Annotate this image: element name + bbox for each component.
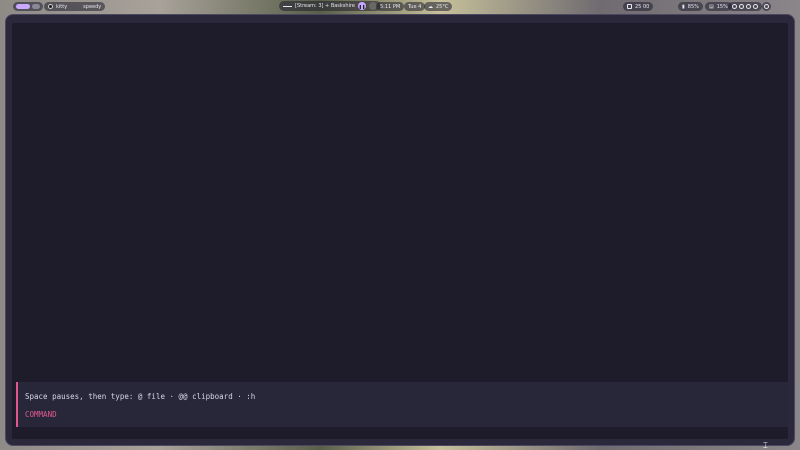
power-button[interactable] bbox=[762, 2, 771, 11]
window-app-name: kitty bbox=[56, 3, 68, 10]
command-hint: Space pauses, then type: @ file · @@ cli… bbox=[25, 392, 256, 401]
kitty-window: Space pauses, then type: @ file · @@ cli… bbox=[5, 14, 795, 446]
clock-time: 5:11 PM bbox=[380, 3, 401, 10]
mouse-cursor: ⌶ bbox=[763, 441, 768, 450]
audio-wave-icon bbox=[283, 5, 292, 7]
wifi-icon[interactable] bbox=[732, 4, 737, 9]
window-title: speedy bbox=[83, 3, 102, 10]
weather-temp: 25°C bbox=[436, 3, 449, 10]
mode-indicator: COMMAND bbox=[25, 410, 57, 419]
workspace-2-indicator[interactable] bbox=[32, 4, 40, 9]
bluetooth-icon[interactable] bbox=[739, 4, 744, 9]
active-window-indicator[interactable]: kitty speedy bbox=[44, 2, 106, 11]
workspace-1-indicator[interactable] bbox=[16, 4, 30, 9]
settings-icon[interactable] bbox=[753, 4, 758, 9]
date[interactable]: Tue 4 bbox=[404, 2, 426, 11]
battery-icon: ▮ bbox=[682, 3, 685, 10]
command-panel[interactable]: Space pauses, then type: @ file · @@ cli… bbox=[16, 382, 788, 427]
top-bar: kitty speedy [Stream: 3] + Baskshire ❚❚ … bbox=[0, 0, 800, 13]
clock[interactable]: 5:11 PM bbox=[376, 2, 405, 11]
kitty-icon bbox=[48, 4, 53, 9]
workspace-switcher[interactable] bbox=[13, 2, 43, 11]
play-pause-button[interactable]: ❚❚ bbox=[358, 2, 366, 10]
cloud-icon: ☁ bbox=[428, 3, 433, 10]
battery-value: 85% bbox=[687, 3, 699, 10]
calendar-widget[interactable]: 25 00 bbox=[623, 2, 654, 11]
media-title: [Stream: 3] + Baskshire bbox=[295, 3, 355, 9]
media-player[interactable]: [Stream: 3] + Baskshire ❚❚ bbox=[279, 1, 381, 11]
power-icon bbox=[764, 4, 769, 9]
weather-widget[interactable]: ☁ 25°C bbox=[424, 2, 453, 11]
terminal-pane[interactable]: Space pauses, then type: @ file · @@ cli… bbox=[12, 23, 788, 439]
calendar-value: 25 00 bbox=[635, 3, 650, 10]
date-text: Tue 4 bbox=[408, 3, 422, 10]
system-tray bbox=[728, 2, 762, 11]
volume-value: 15% bbox=[716, 3, 728, 10]
calendar-icon bbox=[627, 4, 632, 9]
volume-icon: ▤ bbox=[709, 3, 714, 10]
notification-icon[interactable] bbox=[746, 4, 751, 9]
battery-widget[interactable]: ▮ 85% bbox=[678, 2, 703, 11]
